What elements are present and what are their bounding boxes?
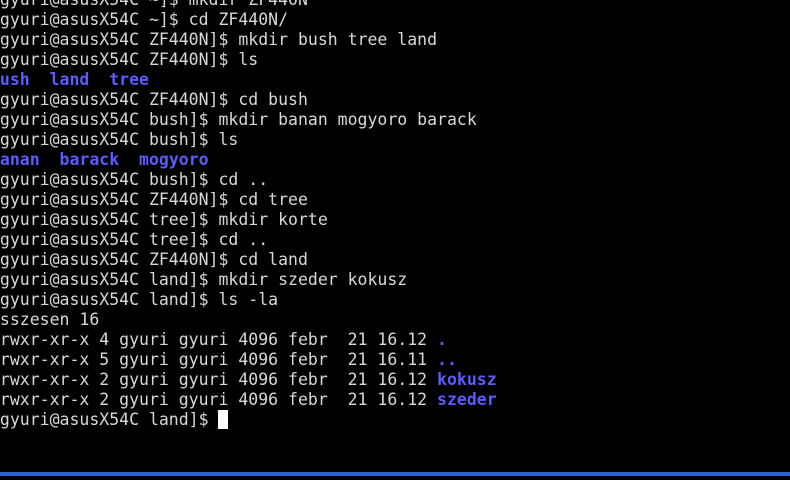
directory-name: bush	[0, 70, 30, 89]
terminal-text: [gyuri@asusX54C ZF440N]$ mkdir bush tree…	[0, 30, 438, 49]
terminal-line: [gyuri@asusX54C ZF440N]$ ls	[0, 50, 497, 70]
terminal-line: [gyuri@asusX54C tree]$ cd ..	[0, 230, 497, 250]
terminal-text: [gyuri@asusX54C bush]$ cd ..	[0, 170, 269, 189]
terminal-text: drwxr-xr-x 4 gyuri gyuri 4096 febr 21 16…	[0, 330, 438, 349]
shell-prompt: [gyuri@asusX54C land]$	[0, 410, 219, 429]
terminal-line: [gyuri@asusX54C ~]$ mkdir ZF440N	[0, 0, 497, 10]
terminal-text: [gyuri@asusX54C ZF440N]$ cd land	[0, 250, 308, 269]
terminal-line: drwxr-xr-x 2 gyuri gyuri 4096 febr 21 16…	[0, 370, 497, 390]
terminal-output: [gyuri@asusX54C ~]$ mkdir ZF440N[gyuri@a…	[0, 0, 497, 430]
terminal-line: drwxr-xr-x 5 gyuri gyuri 4096 febr 21 16…	[0, 350, 497, 370]
terminal-text: [gyuri@asusX54C ZF440N]$ cd tree	[0, 190, 308, 209]
terminal-text: drwxr-xr-x 2 gyuri gyuri 4096 febr 21 16…	[0, 370, 438, 389]
directory-name: kokusz	[437, 370, 497, 389]
terminal-text: [gyuri@asusX54C ZF440N]$ cd bush	[0, 90, 308, 109]
directory-name: .	[437, 330, 447, 349]
directory-name: ..	[437, 350, 457, 369]
terminal-text: drwxr-xr-x 2 gyuri gyuri 4096 febr 21 16…	[0, 390, 438, 409]
terminal-line: bush land tree	[0, 70, 497, 90]
terminal-line: [gyuri@asusX54C bush]$ cd ..	[0, 170, 497, 190]
terminal-text: [gyuri@asusX54C land]$ ls -la	[0, 290, 279, 309]
terminal-line: összesen 16	[0, 310, 497, 330]
terminal-text: [gyuri@asusX54C ~]$ mkdir ZF440N	[0, 0, 308, 9]
terminal-text: [gyuri@asusX54C ZF440N]$ ls	[0, 50, 259, 69]
terminal-text: összesen 16	[0, 310, 100, 329]
text-cursor	[218, 410, 229, 429]
terminal-window[interactable]: [gyuri@asusX54C ~]$ mkdir ZF440N[gyuri@a…	[0, 0, 790, 476]
terminal-line: [gyuri@asusX54C ~]$ cd ZF440N/	[0, 10, 497, 30]
terminal-text: [gyuri@asusX54C tree]$ cd ..	[0, 230, 269, 249]
terminal-line: [gyuri@asusX54C tree]$ mkdir korte	[0, 210, 497, 230]
directory-name: szeder	[437, 390, 497, 409]
terminal-text: drwxr-xr-x 5 gyuri gyuri 4096 febr 21 16…	[0, 350, 438, 369]
terminal-line: [gyuri@asusX54C land]$ mkdir szeder koku…	[0, 270, 497, 290]
terminal-text: [gyuri@asusX54C tree]$ mkdir korte	[0, 210, 328, 229]
terminal-text: [gyuri@asusX54C land]$ mkdir szeder koku…	[0, 270, 408, 289]
terminal-text: [gyuri@asusX54C bush]$ ls	[0, 130, 239, 149]
directory-name: land	[49, 70, 90, 89]
terminal-line: [gyuri@asusX54C land]$ ls -la	[0, 290, 497, 310]
terminal-text: [gyuri@asusX54C bush]$ mkdir banan mogyo…	[0, 110, 477, 129]
terminal-line: [gyuri@asusX54C ZF440N]$ mkdir bush tree…	[0, 30, 497, 50]
terminal-text: [gyuri@asusX54C ~]$ cd ZF440N/	[0, 10, 289, 29]
terminal-line: drwxr-xr-x 4 gyuri gyuri 4096 febr 21 16…	[0, 330, 497, 350]
prompt-line[interactable]: [gyuri@asusX54C land]$	[0, 410, 497, 430]
directory-name: tree	[109, 70, 149, 89]
terminal-line: drwxr-xr-x 2 gyuri gyuri 4096 febr 21 16…	[0, 390, 497, 410]
terminal-line: banan barack mogyoro	[0, 150, 497, 170]
terminal-line: [gyuri@asusX54C bush]$ mkdir banan mogyo…	[0, 110, 497, 130]
terminal-line: [gyuri@asusX54C ZF440N]$ cd tree	[0, 190, 497, 210]
terminal-line: [gyuri@asusX54C ZF440N]$ cd land	[0, 250, 497, 270]
directory-name: mogyoro	[139, 150, 209, 169]
terminal-line: [gyuri@asusX54C bush]$ ls	[0, 130, 497, 150]
directory-name: barack	[59, 150, 120, 169]
terminal-line: [gyuri@asusX54C ZF440N]$ cd bush	[0, 90, 497, 110]
directory-name: banan	[0, 150, 40, 169]
taskbar-edge	[0, 472, 790, 476]
